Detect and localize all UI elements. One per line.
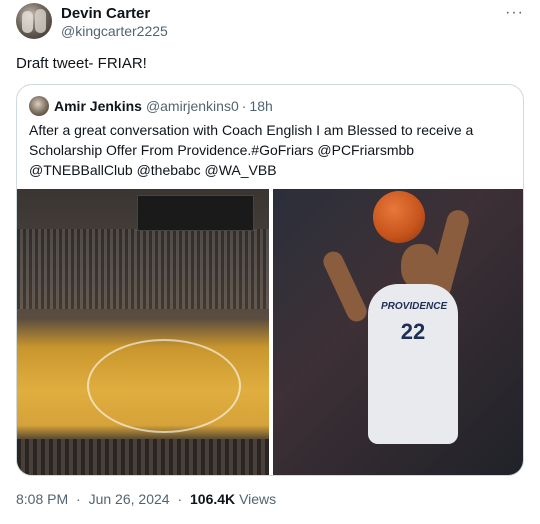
quoted-tweet-time[interactable]: 18h [249,98,272,114]
views-label: Views [239,491,277,507]
views-count: 106.4K [190,491,236,507]
quoted-tweet-header: Amir Jenkins @amirjenkins0 · 18h [29,96,273,116]
separator: · [76,491,81,507]
player-shooting-image[interactable]: PROVIDENCE 22 [273,189,523,475]
quoted-tweet-card[interactable]: Amir Jenkins @amirjenkins0 · 18h After a… [16,84,524,476]
jersey-team-text: PROVIDENCE [381,301,448,312]
tweet-meta: 8:08 PM · Jun 26, 2024 · 106.4K Views [16,491,276,507]
arena-court-image[interactable] [17,189,269,475]
scoreboard-graphic [137,195,254,231]
separator: · [177,491,183,507]
author-avatar[interactable] [16,3,52,39]
author-name[interactable]: Devin Carter [61,5,150,22]
tweet-time[interactable]: 8:08 PM [16,491,68,507]
quoted-tweet-media: PROVIDENCE 22 [17,189,523,475]
quoted-author-name[interactable]: Amir Jenkins [54,98,142,114]
tweet-date[interactable]: Jun 26, 2024 [89,491,170,507]
basketball-graphic [373,191,425,243]
quoted-tweet-text: After a great conversation with Coach En… [29,122,474,178]
more-options-icon[interactable]: ··· [505,4,524,22]
quoted-author-handle[interactable]: @amirjenkins0 [146,98,239,114]
quoted-author-avatar[interactable] [29,96,49,116]
separator: · [241,98,247,114]
author-handle[interactable]: @kingcarter2225 [61,23,168,39]
tweet-text: Draft tweet- FRIAR! [16,55,147,72]
jersey-number: 22 [400,319,426,344]
